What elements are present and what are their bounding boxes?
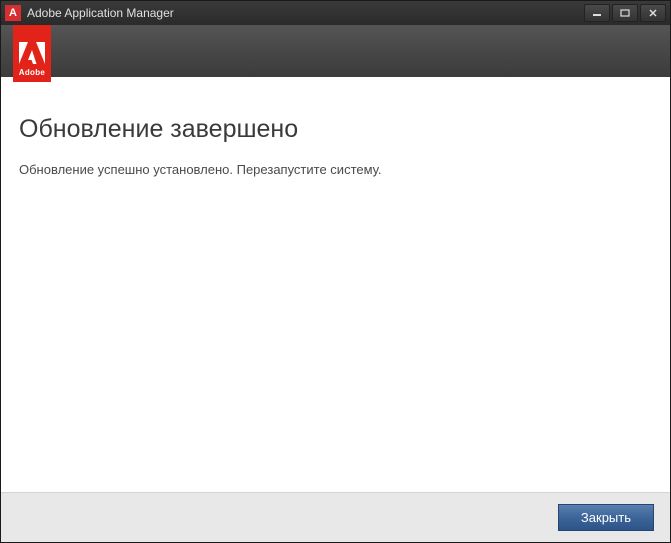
status-message: Обновление успешно установлено. Перезапу…	[19, 162, 652, 177]
application-window: A Adobe Application Manager	[0, 0, 671, 543]
header-bar: Adobe	[1, 25, 670, 77]
window-title: Adobe Application Manager	[27, 6, 584, 20]
maximize-button[interactable]	[612, 4, 638, 22]
adobe-a-icon	[19, 42, 45, 64]
minimize-button[interactable]	[584, 4, 610, 22]
app-icon: A	[5, 5, 21, 21]
page-heading: Обновление завершено	[19, 115, 652, 144]
close-icon	[648, 9, 658, 17]
content-area: Обновление завершено Обновление успешно …	[1, 77, 670, 492]
close-window-button[interactable]	[640, 4, 666, 22]
adobe-logo: Adobe	[13, 25, 51, 82]
close-button[interactable]: Закрыть	[558, 504, 654, 531]
app-icon-letter: A	[9, 7, 17, 19]
titlebar: A Adobe Application Manager	[1, 1, 670, 25]
window-controls	[584, 4, 666, 22]
minimize-icon	[592, 9, 602, 17]
maximize-icon	[620, 9, 630, 17]
footer: Закрыть	[1, 492, 670, 542]
adobe-logo-text: Adobe	[19, 68, 45, 77]
